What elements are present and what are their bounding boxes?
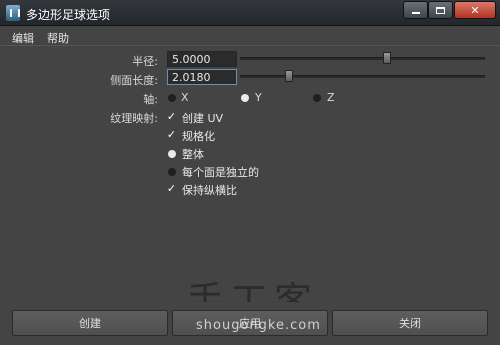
close-icon: ✕ [470,3,480,17]
side-length-slider-track[interactable] [240,75,485,78]
create-button[interactable]: 创建 [12,310,168,336]
title-bar: 多边形足球选项 ✕ [0,0,500,26]
side-length-field[interactable] [167,69,237,85]
maximize-icon [436,6,445,14]
minimize-icon [411,12,420,14]
maximize-button[interactable] [428,1,453,19]
preserve-aspect-checkbox[interactable]: ✓ [166,183,177,194]
preserve-aspect-label: 保持纵横比 [182,184,237,197]
app-icon [6,5,20,21]
window-title: 多边形足球选项 [26,8,111,22]
create-uv-label: 创建 UV [182,112,224,125]
texture-mapping-label: 纹理映射: [110,112,158,125]
radius-field[interactable] [167,51,237,67]
axis-y-radio[interactable] [241,94,249,102]
axis-x-label: X [181,91,189,104]
axis-x-radio[interactable] [168,94,176,102]
axis-y-label: Y [255,91,262,104]
normalize-checkbox[interactable]: ✓ [166,129,177,140]
close-button[interactable]: 关闭 [332,310,488,336]
menu-edit[interactable]: 编辑 [12,30,34,46]
axis-z-radio[interactable] [313,94,321,102]
mode-per-face-radio[interactable] [168,168,176,176]
radius-slider-track[interactable] [240,57,485,60]
normalize-label: 规格化 [182,130,215,143]
options-form: 半径: 侧面长度: 轴: X Y Z 纹理映射: ✓ 创建 UV ✓ 规格化 整… [0,46,500,302]
mode-whole-label: 整体 [182,148,204,161]
mode-whole-radio[interactable] [168,150,176,158]
menu-bar: 编辑 帮助 [0,26,500,46]
radius-label: 半径: [132,55,158,68]
minimize-button[interactable] [403,1,428,19]
radius-slider-handle[interactable] [383,52,391,64]
watermark-url: shougongke.com [196,318,321,333]
axis-z-label: Z [327,91,335,104]
side-length-slider-handle[interactable] [285,70,293,82]
mode-per-face-label: 每个面是独立的 [182,166,259,179]
menu-help[interactable]: 帮助 [47,30,69,46]
close-window-button[interactable]: ✕ [454,1,496,19]
axis-label: 轴: [143,93,158,106]
create-uv-checkbox[interactable]: ✓ [166,111,177,122]
side-length-label: 侧面长度: [110,74,158,87]
